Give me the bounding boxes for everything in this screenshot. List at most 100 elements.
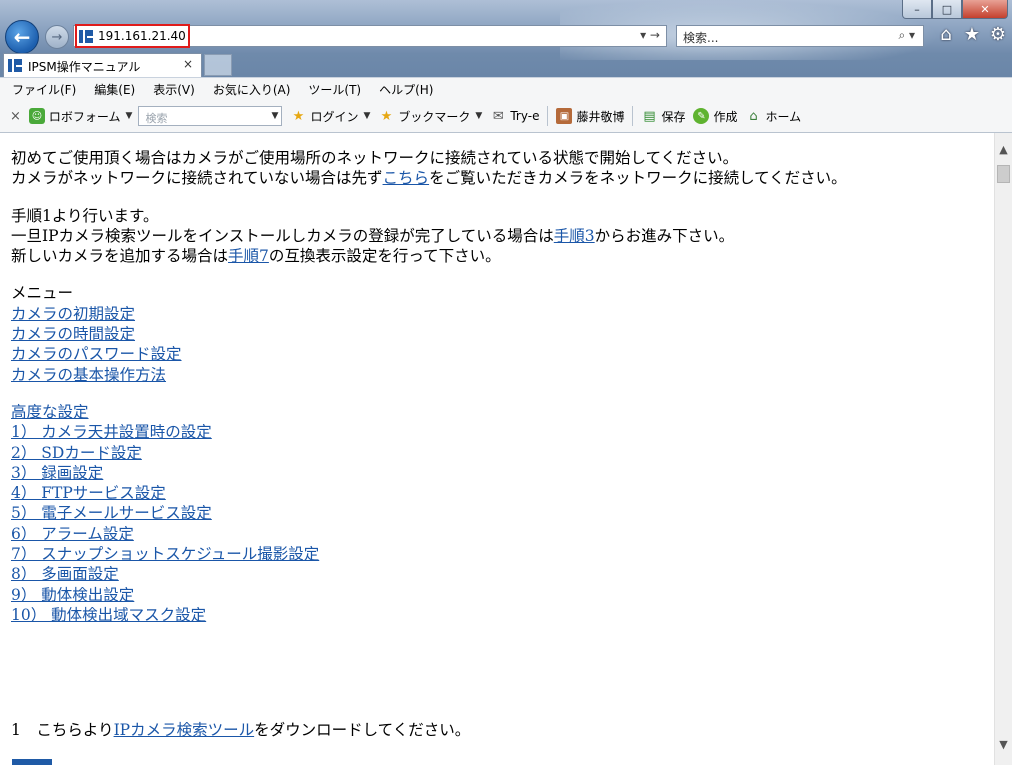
arrow-left-icon: ← xyxy=(13,25,31,49)
window-controls: – □ ✕ xyxy=(902,0,1008,19)
address-url[interactable]: 191.161.21.40 xyxy=(98,29,186,43)
vertical-scrollbar[interactable]: ▲ ▼ xyxy=(994,133,1012,765)
intro-text: をご覧いただきカメラをネットワークに接続してください。 xyxy=(429,169,847,188)
menu-edit[interactable]: 編集(E) xyxy=(88,81,141,98)
toolbar-close-icon[interactable]: × xyxy=(10,109,21,124)
minimize-button[interactable]: – xyxy=(902,0,932,19)
robo-toolbar: × ☺ ロボフォーム ▼ 検索 ▼ ★ ログイン ▼ ★ ブックマーク ▼ ✉ … xyxy=(0,100,1012,133)
menu-link-initial-setup[interactable]: カメラの初期設定 xyxy=(11,305,135,323)
scroll-down-icon[interactable]: ▼ xyxy=(995,736,1012,753)
network-setup-link[interactable]: こちら xyxy=(383,169,430,187)
site-favicon-icon xyxy=(79,30,93,43)
home-icon: ⌂ xyxy=(749,108,758,124)
intro-line-1: 初めてご使用頂く場合はカメラがご使用場所のネットワークに接続されている状態で開始… xyxy=(11,149,739,167)
toolbar-separator xyxy=(632,106,634,126)
close-button[interactable]: ✕ xyxy=(962,0,1008,19)
advanced-link-ftp[interactable]: 4） FTPサービス設定 xyxy=(11,484,166,502)
advanced-link-alarm[interactable]: 6） アラーム設定 xyxy=(11,525,134,543)
home-button[interactable]: ⌂ ホーム xyxy=(746,108,802,125)
step-intro: 手順1より行います。 xyxy=(11,206,159,225)
menu-link-time-setup[interactable]: カメラの時間設定 xyxy=(11,325,135,343)
try-e-label: Try-e xyxy=(510,109,540,123)
menu-favorites[interactable]: お気に入り(A) xyxy=(207,81,297,98)
user-button[interactable]: ▣ 藤井敬博 xyxy=(556,108,624,125)
home-label: ホーム xyxy=(765,109,802,124)
save-button[interactable]: ▤ 保存 xyxy=(641,108,685,125)
settings-gear-icon[interactable]: ⚙ xyxy=(988,24,1008,45)
advanced-link-multiscreen[interactable]: 8） 多画面設定 xyxy=(11,565,119,583)
menu-tools[interactable]: ツール(T) xyxy=(302,81,367,98)
scroll-up-icon[interactable]: ▲ xyxy=(995,141,1012,158)
step-text: からお進み下さい。 xyxy=(594,226,735,245)
address-go-controls[interactable]: ▾ → xyxy=(640,28,660,42)
login-button[interactable]: ★ ログイン ▼ xyxy=(290,108,371,125)
search-box[interactable]: 検索... ⌕ ▾ xyxy=(676,25,924,47)
download-text: 1 こちらより xyxy=(11,721,114,739)
create-label: 作成 xyxy=(713,109,738,124)
chevron-down-icon[interactable]: ▼ xyxy=(272,111,279,121)
menu-bar: ファイル(F) 編集(E) 表示(V) お気に入り(A) ツール(T) ヘルプ(… xyxy=(0,77,1012,100)
chevron-down-icon: ▼ xyxy=(125,111,133,121)
download-text: をダウンロードしてください。 xyxy=(254,721,471,739)
search-input[interactable]: 検索... xyxy=(683,29,718,46)
download-instruction: 1 こちらよりIPカメラ検索ツールをダウンロードしてください。 xyxy=(11,718,470,740)
chevron-down-icon: ▼ xyxy=(475,111,483,121)
menu-link-basic-operation[interactable]: カメラの基本操作方法 xyxy=(11,366,166,384)
menu-link-password-setup[interactable]: カメラのパスワード設定 xyxy=(11,345,182,363)
arrow-right-icon: → xyxy=(51,29,63,45)
roboform-button[interactable]: ☺ ロボフォーム ▼ xyxy=(28,108,133,125)
intro-text: カメラがネットワークに接続されていない場合は先ず xyxy=(11,169,383,188)
toolbar-search-input[interactable]: 検索 ▼ xyxy=(138,106,283,126)
advanced-link-motion-mask[interactable]: 10） 動体検出域マスク設定 xyxy=(11,606,206,624)
advanced-link-motion[interactable]: 9） 動体検出設定 xyxy=(11,586,134,604)
address-bar[interactable]: 191.161.21.40 ▾ → xyxy=(73,24,667,48)
bookmark-label: ブックマーク xyxy=(398,109,471,124)
back-button[interactable]: ← xyxy=(5,20,39,54)
save-icon: ▤ xyxy=(643,108,656,124)
tab-ipsm-manual[interactable]: IPSM操作マニュアル × xyxy=(3,53,202,77)
advanced-link-recording[interactable]: 3） 録画設定 xyxy=(11,464,103,482)
bookmark-button[interactable]: ★ ブックマーク ▼ xyxy=(378,108,483,125)
advanced-link-sd-card[interactable]: 2） SDカード設定 xyxy=(11,444,142,462)
intro-line-2: カメラがネットワークに接続されていない場合は先ずこちらをご覧いただきカメラをネッ… xyxy=(11,168,847,188)
create-icon: ✎ xyxy=(693,108,710,124)
menu-view[interactable]: 表示(V) xyxy=(147,81,201,98)
toolbar-separator xyxy=(547,106,549,126)
chevron-down-icon: ▼ xyxy=(363,111,371,121)
tab-title: IPSM操作マニュアル xyxy=(28,60,141,74)
step-text: の互換表示設定を行って下さい。 xyxy=(268,247,501,266)
advanced-link-ceiling[interactable]: 1） カメラ天井設置時の設定 xyxy=(11,423,212,441)
advanced-link-snapshot[interactable]: 7） スナップショットスケジュール撮影設定 xyxy=(11,545,319,563)
try-e-button[interactable]: ✉ Try-e xyxy=(490,108,540,124)
save-label: 保存 xyxy=(661,109,686,124)
browser-chrome: – □ ✕ ← → 191.161.21.40 ▾ → 検索... ⌕ ▾ ⌂ … xyxy=(0,0,1012,77)
menu-file[interactable]: ファイル(F) xyxy=(6,81,82,98)
scrollbar-thumb[interactable] xyxy=(997,165,1010,183)
bookmark-star-icon: ★ xyxy=(380,108,393,124)
new-tab-button[interactable] xyxy=(204,54,232,76)
advanced-link-email[interactable]: 5） 電子メールサービス設定 xyxy=(11,504,212,522)
step-3-link[interactable]: 手順3 xyxy=(554,227,595,245)
login-label: ログイン xyxy=(310,109,359,124)
step-7-link[interactable]: 手順7 xyxy=(228,247,269,265)
advanced-settings-link[interactable]: 高度な設定 xyxy=(11,403,89,421)
login-star-icon: ★ xyxy=(292,108,305,124)
create-button[interactable]: ✎ 作成 xyxy=(693,108,738,125)
roboform-label: ロボフォーム xyxy=(48,109,121,124)
search-icon[interactable]: ⌕ ▾ xyxy=(898,28,915,43)
roboform-icon: ☺ xyxy=(28,108,45,124)
home-icon[interactable]: ⌂ xyxy=(936,24,956,45)
menu-help[interactable]: ヘルプ(H) xyxy=(373,81,439,98)
forward-button[interactable]: → xyxy=(45,25,69,49)
step-text: 新しいカメラを追加する場合は xyxy=(11,247,229,266)
mail-icon: ✉ xyxy=(492,108,504,124)
favorites-star-icon[interactable]: ★ xyxy=(962,24,982,45)
camera-search-tool-link[interactable]: IPカメラ検索ツール xyxy=(114,721,255,739)
step-line-2: 一旦IPカメラ検索ツールをインストールしカメラの登録が完了している場合は手順3か… xyxy=(11,226,847,246)
maximize-button[interactable]: □ xyxy=(932,0,962,19)
partial-image xyxy=(12,759,52,765)
user-card-icon: ▣ xyxy=(556,108,573,124)
browser-right-icons: ⌂ ★ ⚙ xyxy=(936,24,1008,45)
tab-favicon-icon xyxy=(8,59,22,72)
tab-close-icon[interactable]: × xyxy=(183,57,193,71)
